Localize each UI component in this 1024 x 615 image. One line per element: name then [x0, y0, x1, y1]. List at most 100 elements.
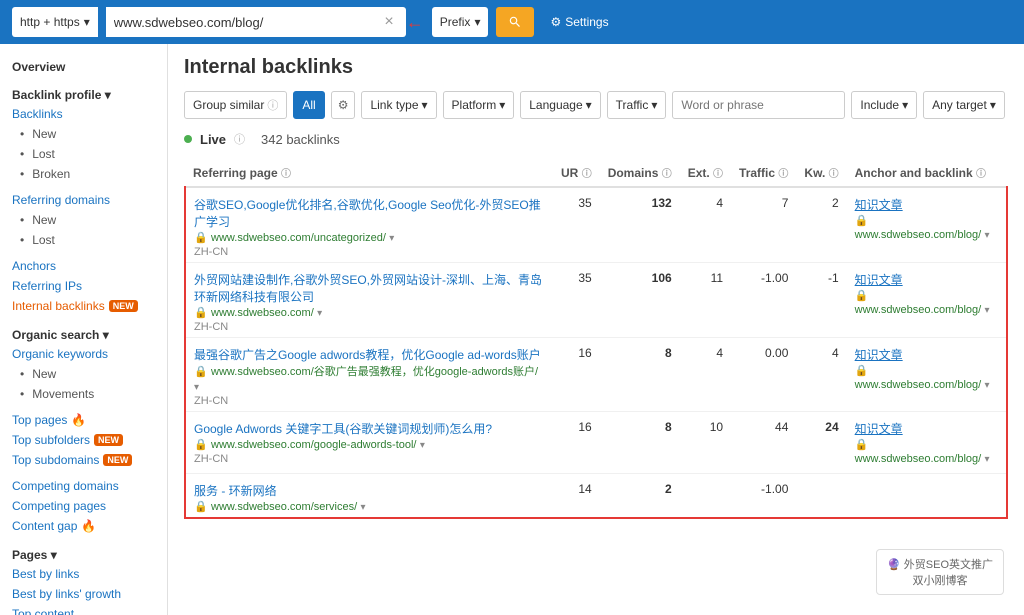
backlink-lock-icon: 🔒 [855, 439, 869, 451]
group-similar-label: Group similar [193, 98, 264, 112]
backlink-lock-icon: 🔒 [855, 365, 869, 377]
traffic-button[interactable]: Traffic ▾ [607, 91, 667, 119]
sidebar-item-best-by-links[interactable]: Best by links [0, 564, 167, 584]
backlink-url[interactable]: www.sdwebseo.com/blog/ [855, 453, 982, 465]
language-button[interactable]: Language ▾ [520, 91, 600, 119]
page-url-link[interactable]: www.sdwebseo.com/services/ [211, 501, 357, 513]
settings-button[interactable]: ⚙ Settings [550, 15, 608, 29]
col-kw[interactable]: Kw. ⓘ [796, 159, 846, 187]
sidebar-item-competing-pages[interactable]: Competing pages [0, 496, 167, 516]
sidebar-item-referring-domains[interactable]: Referring domains [0, 190, 167, 210]
sidebar-item-backlinks-new[interactable]: New [0, 124, 167, 144]
all-filter-button[interactable]: All [293, 91, 324, 119]
col-domains[interactable]: Domains ⓘ [600, 159, 680, 187]
col-ur[interactable]: UR ⓘ [553, 159, 600, 187]
sidebar-item-content-gap[interactable]: Content gap 🔥 [0, 516, 167, 536]
anchor-link[interactable]: 知识文章 [855, 422, 903, 436]
protocol-dropdown[interactable]: http + https ▾ [12, 7, 98, 37]
top-pages-label: Top pages [12, 413, 67, 427]
sidebar-item-backlinks[interactable]: Backlinks [0, 104, 167, 124]
sidebar-item-organic-new[interactable]: New [0, 364, 167, 384]
sidebar-item-top-pages[interactable]: Top pages 🔥 [0, 410, 167, 430]
referring-page-link[interactable]: Google Adwords 关键字工具(谷歌关键词规划师)怎么用? [194, 422, 492, 436]
col-ext[interactable]: Ext. ⓘ [680, 159, 731, 187]
backlink-chevron-icon[interactable]: ▾ [985, 230, 990, 241]
domains-value[interactable]: 8 [600, 412, 680, 474]
search-button[interactable] [496, 7, 534, 37]
internal-backlinks-badge: NEW [109, 300, 138, 312]
filter-gear-button[interactable]: ⚙ [331, 91, 356, 119]
anchor-link[interactable]: 知识文章 [855, 348, 903, 362]
backlink-url[interactable]: www.sdwebseo.com/blog/ [855, 379, 982, 391]
lang-tag: ZH-CN [194, 246, 228, 258]
page-url-link[interactable]: www.sdwebseo.com/ [211, 307, 314, 319]
include-button[interactable]: Include ▾ [851, 91, 917, 119]
url-chevron-icon[interactable]: ▾ [317, 308, 322, 319]
backlink-profile-section[interactable]: Backlink profile ▾ [0, 82, 167, 104]
clear-icon[interactable]: × [380, 13, 397, 31]
platform-button[interactable]: Platform ▾ [443, 91, 515, 119]
page-url-link[interactable]: www.sdwebseo.com/谷歌广告最强教程，优化google-adwor… [211, 366, 538, 378]
anchor-link[interactable]: 知识文章 [855, 198, 903, 212]
live-label: Live [200, 132, 226, 147]
sidebar-item-top-content[interactable]: Top content [0, 604, 167, 615]
sidebar-item-backlinks-lost[interactable]: Lost [0, 144, 167, 164]
sidebar-item-ref-domains-new[interactable]: New [0, 210, 167, 230]
watermark-line1: 🔮 外贸SEO英文推广 [887, 556, 993, 572]
sidebar-item-backlinks-broken[interactable]: Broken [0, 164, 167, 184]
chevron-down-icon: ▾ [474, 15, 480, 29]
sidebar-item-internal-backlinks[interactable]: Internal backlinks NEW [0, 296, 167, 316]
referring-page-link[interactable]: 外贸网站建设制作,谷歌外贸SEO,外贸网站设计-深圳、上海、青岛环新网络科技有限… [194, 273, 542, 304]
top-subdomains-badge: NEW [103, 454, 132, 466]
col-anchor[interactable]: Anchor and backlink ⓘ [847, 159, 1007, 187]
top-subdomains-label: Top subdomains [12, 453, 99, 467]
anchor-link[interactable]: 知识文章 [855, 273, 903, 287]
lock-icon: 🔒 [194, 366, 208, 378]
domains-value[interactable]: 8 [600, 338, 680, 412]
url-chevron-icon[interactable]: ▾ [389, 233, 394, 244]
lang-tag: ZH-CN [194, 453, 228, 465]
live-bar: Live ⓘ 342 backlinks [184, 131, 1008, 147]
page-url-link[interactable]: www.sdwebseo.com/google-adwords-tool/ [211, 439, 416, 451]
sidebar-item-referring-ips[interactable]: Referring IPs [0, 276, 167, 296]
url-chevron-icon[interactable]: ▾ [194, 382, 199, 393]
any-target-button[interactable]: Any target ▾ [923, 91, 1005, 119]
sidebar-item-organic-movements[interactable]: Movements [0, 384, 167, 404]
ext-value: 4 [680, 187, 731, 263]
domains-value[interactable]: 132 [600, 187, 680, 263]
sidebar-item-competing-domains[interactable]: Competing domains [0, 476, 167, 496]
referring-page-link[interactable]: 服务 - 环新网络 [194, 484, 277, 498]
organic-search-section[interactable]: Organic search ▾ [0, 322, 167, 344]
watermark: 🔮 外贸SEO英文推广 双小刚博客 [876, 549, 1004, 595]
pages-section[interactable]: Pages ▾ [0, 542, 167, 564]
url-chevron-icon[interactable]: ▾ [420, 440, 425, 451]
page-url-link[interactable]: www.sdwebseo.com/uncategorized/ [211, 232, 386, 244]
backlink-url[interactable]: www.sdwebseo.com/blog/ [855, 304, 982, 316]
link-type-button[interactable]: Link type ▾ [361, 91, 436, 119]
domains-value[interactable]: 106 [600, 263, 680, 338]
backlink-chevron-icon[interactable]: ▾ [985, 305, 990, 316]
sidebar-item-anchors[interactable]: Anchors [0, 256, 167, 276]
search-icon [508, 15, 522, 29]
url-chevron-icon[interactable]: ▾ [361, 502, 366, 513]
backlink-url[interactable]: www.sdwebseo.com/blog/ [855, 229, 982, 241]
referring-page-link[interactable]: 谷歌SEO,Google优化排名,谷歌优化,Google Seo优化-外贸SEO… [194, 198, 541, 229]
sidebar-item-organic-keywords[interactable]: Organic keywords [0, 344, 167, 364]
backlink-chevron-icon[interactable]: ▾ [985, 380, 990, 391]
sidebar-item-top-subfolders[interactable]: Top subfolders NEW [0, 430, 167, 450]
backlink-chevron-icon[interactable]: ▾ [985, 454, 990, 465]
domains-value[interactable]: 2 [600, 474, 680, 519]
word-phrase-input[interactable] [672, 91, 845, 119]
main-layout: Overview Backlink profile ▾ Backlinks Ne… [0, 44, 1024, 615]
group-similar-button[interactable]: Group similar ⓘ [184, 91, 287, 119]
sidebar-item-best-by-links-growth[interactable]: Best by links' growth [0, 584, 167, 604]
col-referring-page[interactable]: Referring page ⓘ [185, 159, 553, 187]
lock-icon: 🔒 [194, 307, 208, 319]
col-traffic[interactable]: Traffic ⓘ [731, 159, 796, 187]
prefix-dropdown[interactable]: Prefix ▾ [432, 7, 489, 37]
sidebar-item-ref-domains-lost[interactable]: Lost [0, 230, 167, 250]
sidebar-item-top-subdomains[interactable]: Top subdomains NEW [0, 450, 167, 470]
referring-page-link[interactable]: 最强谷歌广告之Google adwords教程，优化Google ad-word… [194, 348, 541, 362]
url-input[interactable] [114, 15, 381, 30]
chevron-down-icon: ▾ [586, 98, 592, 112]
